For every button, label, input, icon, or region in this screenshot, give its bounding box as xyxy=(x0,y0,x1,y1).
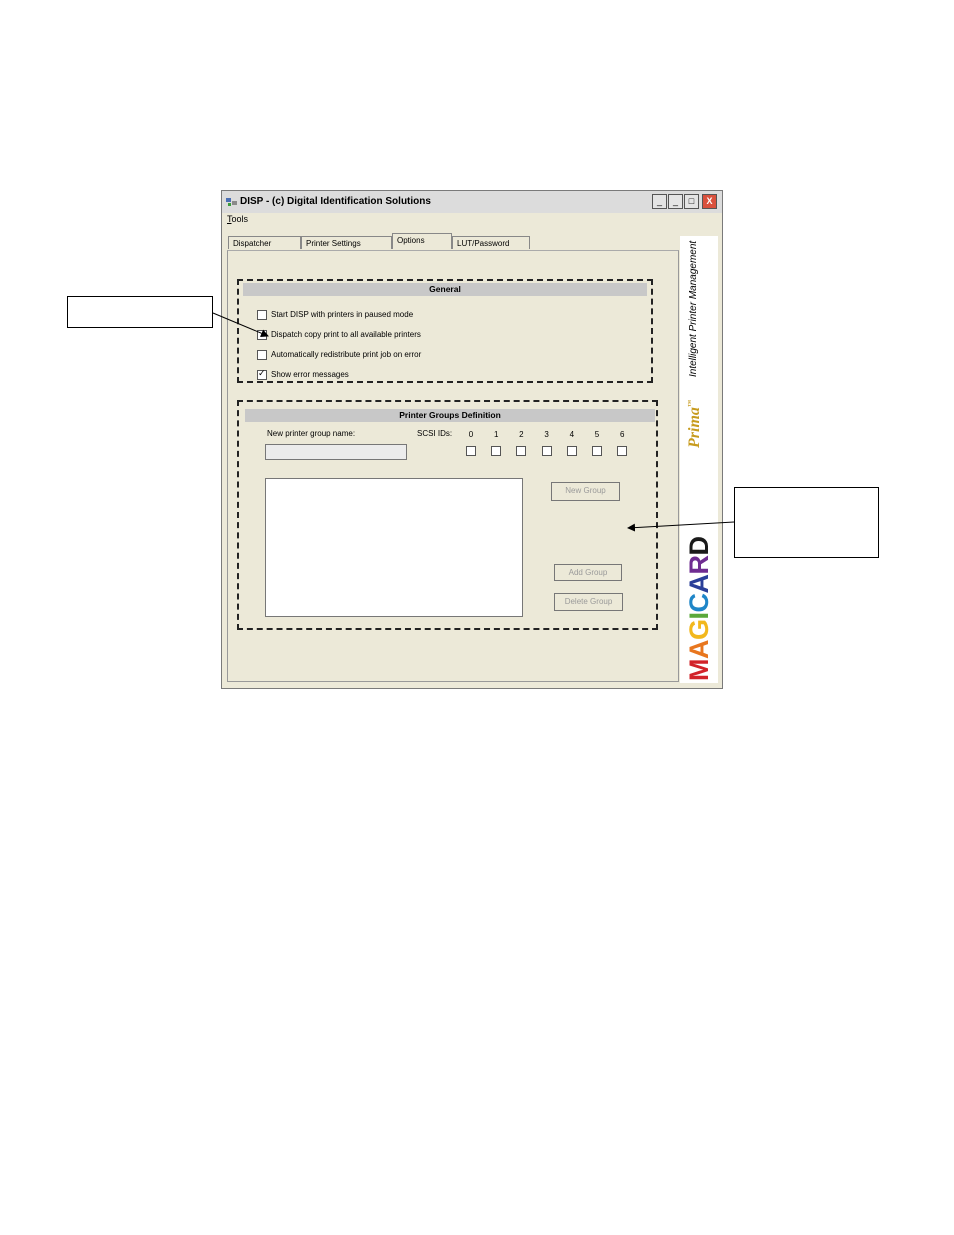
callout-arrow-right xyxy=(627,521,735,532)
tab-options[interactable]: Options xyxy=(392,233,452,249)
callout-arrow-left xyxy=(212,312,269,337)
tab-options-label: Options xyxy=(397,236,425,245)
annotation-arrows xyxy=(212,312,735,532)
